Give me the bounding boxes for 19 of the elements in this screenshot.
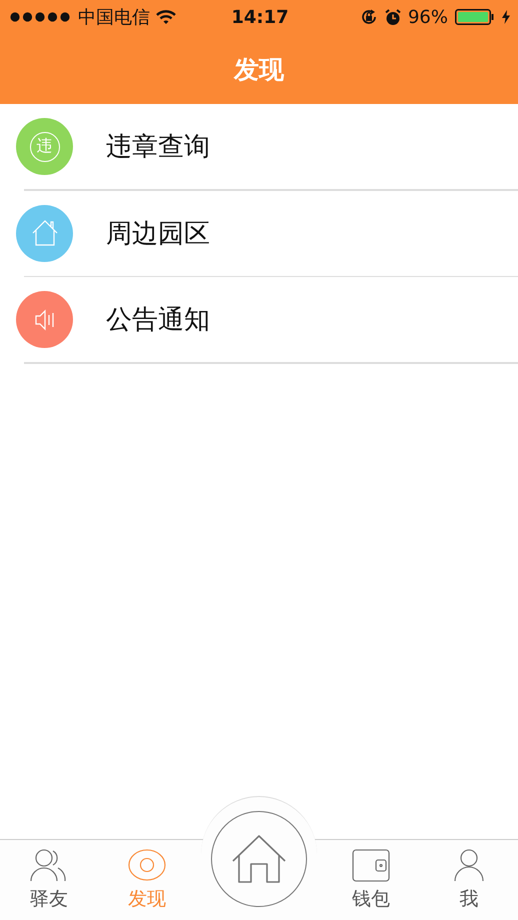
page-title: 发现: [234, 54, 284, 86]
clock-time: 14:17: [231, 6, 289, 28]
list-item[interactable]: 周边园区: [0, 190, 518, 276]
wifi-icon: [156, 10, 176, 24]
list-item[interactable]: 公告通知: [0, 277, 518, 362]
house-icon: [231, 834, 287, 884]
wallet-icon: [351, 848, 391, 884]
charging-icon: [502, 10, 510, 24]
violation-badge: 违: [16, 118, 73, 175]
battery-percentage: 96%: [408, 6, 448, 28]
list-item[interactable]: 违 违章查询: [0, 104, 518, 189]
alarm-icon: [384, 8, 401, 26]
signal-icon: [10, 12, 72, 22]
tab[interactable]: 钱包: [322, 840, 420, 920]
tab[interactable]: 驿友: [0, 840, 98, 920]
carrier-name: 中国电信: [78, 6, 150, 29]
rotation-lock-icon: [360, 8, 378, 26]
battery-icon: [454, 9, 495, 25]
tab[interactable]: 我: [420, 840, 518, 920]
